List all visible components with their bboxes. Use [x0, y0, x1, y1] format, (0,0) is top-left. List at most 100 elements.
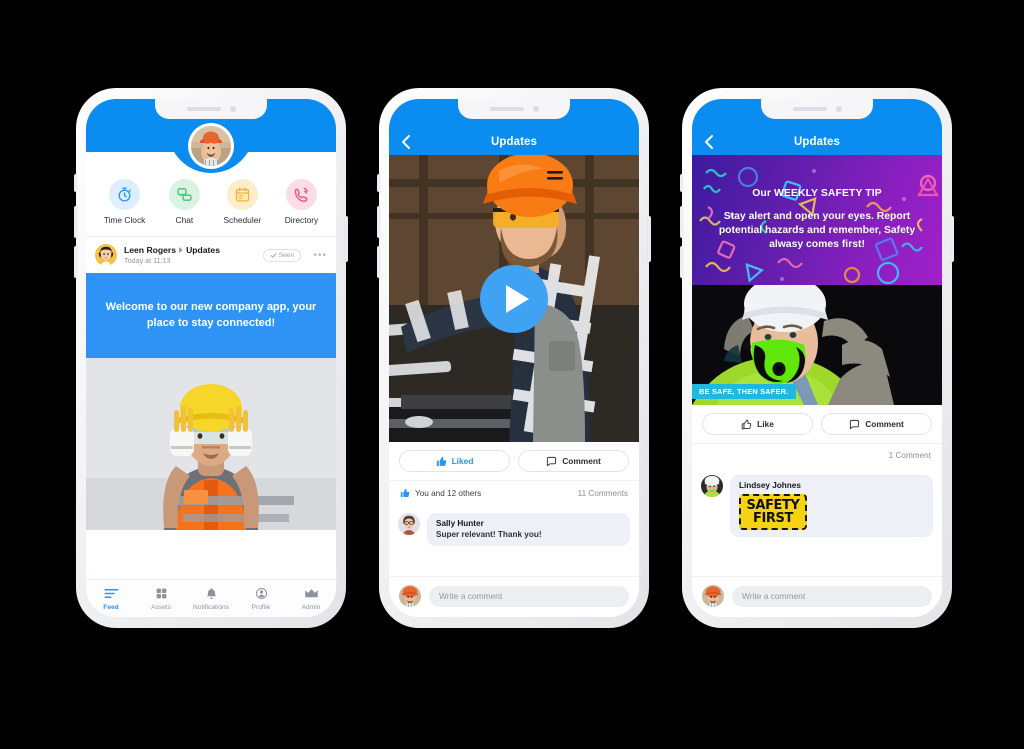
volume-down-button[interactable]	[74, 246, 77, 278]
crown-icon	[304, 587, 319, 601]
volume-up-button[interactable]	[680, 206, 683, 238]
comment-count-label[interactable]: 1 Comment	[889, 451, 931, 460]
chat-bubble-bg	[168, 179, 200, 210]
feed-icon	[104, 587, 119, 601]
post-actions: Like Comment	[692, 405, 942, 443]
post-counts: You and 12 others 11 Comments	[389, 480, 639, 505]
comment-author-avatar[interactable]	[701, 475, 723, 497]
composer-avatar[interactable]	[399, 585, 421, 607]
post-photo-mask-worker[interactable]: BE SAFE, THEN SAFER.	[692, 285, 942, 405]
power-button[interactable]	[648, 216, 651, 262]
composer-avatar[interactable]	[702, 585, 724, 607]
post-timestamp: Today at 11:13	[124, 256, 171, 266]
post-author-avatar[interactable]	[95, 244, 117, 266]
volume-up-button[interactable]	[377, 206, 380, 238]
photo-caption: BE SAFE, THEN SAFER.	[692, 384, 797, 399]
quick-action-chat[interactable]: Chat	[168, 179, 200, 225]
phone2-screen: Updates Liked Comment You and 12 others …	[389, 99, 639, 617]
tab-label: Assets	[151, 603, 171, 611]
post-photo-ppe-worker[interactable]	[86, 358, 336, 531]
quick-action-time-clock[interactable]: Time Clock	[103, 179, 146, 225]
comment-text: Super relevant! Thank you!	[436, 530, 542, 539]
post-video-thumbnail[interactable]	[389, 155, 639, 442]
stopwatch-icon	[118, 187, 131, 202]
chevron-right-icon	[179, 246, 184, 253]
tab-notifications[interactable]: Notifications	[186, 587, 236, 611]
grid-icon	[154, 587, 169, 601]
seen-badge[interactable]: Seen	[262, 248, 302, 262]
tab-profile[interactable]: Profile	[236, 587, 286, 611]
notch	[458, 99, 570, 119]
silent-switch[interactable]	[74, 174, 77, 192]
quick-action-label: Chat	[175, 215, 194, 225]
post-channel-name: Updates	[186, 244, 220, 255]
avatar[interactable]	[188, 123, 234, 169]
comment-count-label[interactable]: 11 Comments	[578, 489, 628, 498]
safety-first-sticker: SAFETY FIRST	[739, 494, 807, 530]
thumbs-up-filled-icon	[436, 456, 446, 466]
back-button[interactable]	[701, 133, 717, 151]
phone-mockup-1: Time Clock Chat Scheduler Directory Leen…	[74, 88, 348, 628]
comment-composer	[389, 576, 639, 617]
like-button[interactable]: Liked	[399, 450, 510, 472]
silent-switch[interactable]	[680, 174, 683, 192]
play-button[interactable]	[480, 264, 548, 333]
tab-label: Admin	[301, 603, 321, 611]
quick-action-directory[interactable]: Directory	[284, 179, 319, 225]
comment-composer	[692, 576, 942, 617]
post-meta: Leen Rogers Updates Today at 11:13	[124, 245, 256, 266]
tab-admin[interactable]: Admin	[286, 587, 336, 611]
person-icon	[254, 587, 269, 601]
like-button-label: Liked	[451, 456, 474, 466]
phone3-screen: Updates Our WEEKLY SAFETY TIP Stay alert…	[692, 99, 942, 617]
avatar-image	[191, 126, 231, 166]
like-count[interactable]: You and 12 others	[400, 488, 481, 498]
calendar-icon	[235, 187, 249, 202]
tab-feed[interactable]: Feed	[86, 587, 136, 611]
bell-icon	[204, 587, 219, 601]
directory-bubble	[285, 179, 317, 210]
tab-label: Notifications	[193, 603, 229, 611]
comments-list: Lindsey Johnes SAFETY FIRST	[692, 467, 942, 543]
comment-bubble: Sally Hunter Super relevant! Thank you!	[427, 513, 630, 546]
quick-action-scheduler[interactable]: Scheduler	[223, 179, 261, 225]
phone-mockup-3: Updates Our WEEKLY SAFETY TIP Stay alert…	[680, 88, 954, 628]
power-button[interactable]	[345, 216, 348, 262]
comment-button[interactable]: Comment	[821, 413, 932, 435]
like-button[interactable]: Like	[702, 413, 813, 435]
power-button[interactable]	[951, 216, 954, 262]
comment-item: Sally Hunter Super relevant! Thank you!	[398, 513, 630, 546]
phone1-screen: Time Clock Chat Scheduler Directory Leen…	[86, 99, 336, 617]
comment-item: Lindsey Johnes SAFETY FIRST	[701, 475, 933, 537]
like-count-label: You and 12 others	[415, 488, 482, 498]
chat-bubbles-icon	[177, 188, 192, 201]
volume-down-button[interactable]	[680, 246, 683, 278]
post-counts: 1 Comment	[692, 443, 942, 467]
comments-list: Sally Hunter Super relevant! Thank you!	[389, 505, 639, 552]
quick-action-label: Time Clock	[103, 215, 146, 225]
volume-up-button[interactable]	[74, 206, 77, 238]
silent-switch[interactable]	[377, 174, 380, 192]
comment-button[interactable]: Comment	[518, 450, 629, 472]
bottom-tab-bar: Feed Assets Notifications Profile Admin	[86, 579, 336, 617]
front-camera	[532, 106, 539, 112]
comment-input[interactable]	[732, 585, 932, 607]
tab-assets[interactable]: Assets	[136, 587, 186, 611]
comment-bubble-icon	[850, 419, 860, 429]
front-camera	[229, 106, 236, 112]
notch	[761, 99, 873, 119]
notch	[155, 99, 267, 119]
weekly-safety-tip-banner[interactable]: Our WEEKLY SAFETY TIP Stay alert and ope…	[692, 155, 942, 285]
post-more-button[interactable]: •••	[313, 250, 327, 261]
volume-down-button[interactable]	[377, 246, 380, 278]
comment-input[interactable]	[429, 585, 629, 607]
phone-mockup-2: Updates Liked Comment You and 12 others …	[377, 88, 651, 628]
comment-author-avatar[interactable]	[398, 513, 420, 535]
back-button[interactable]	[398, 133, 414, 151]
time-clock-bubble	[109, 179, 141, 210]
nav-title: Updates	[793, 136, 841, 148]
post-author-name: Leen Rogers	[124, 244, 177, 255]
post-header: Leen Rogers Updates Today at 11:13 Seen …	[86, 237, 336, 273]
quick-action-label: Directory	[284, 215, 319, 225]
like-button-label: Like	[757, 419, 774, 429]
